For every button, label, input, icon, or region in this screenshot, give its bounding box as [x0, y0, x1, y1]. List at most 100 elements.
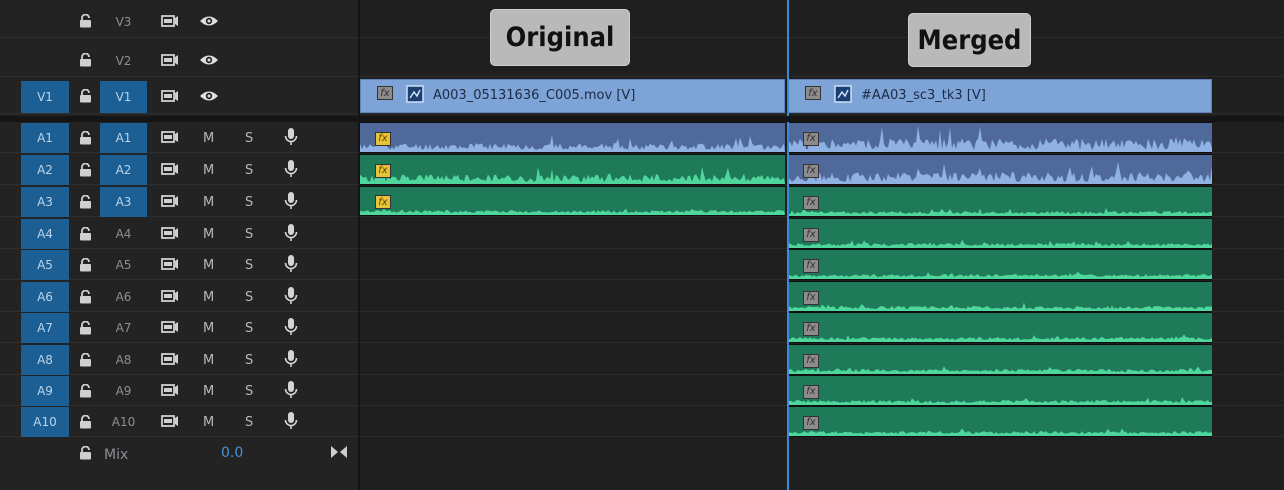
merged-audio-clip-a5[interactable]: fx — [788, 249, 1212, 280]
toggle-sync-lock-icon[interactable] — [161, 162, 179, 176]
track-name-a8[interactable]: A8 — [100, 345, 147, 375]
solo-button[interactable]: S — [245, 290, 253, 305]
toggle-sync-lock-icon[interactable] — [161, 194, 179, 208]
mix-panner-icon[interactable] — [330, 445, 348, 459]
solo-button[interactable]: S — [245, 415, 253, 430]
lock-icon[interactable] — [78, 446, 92, 460]
fx-badge[interactable]: fx — [803, 290, 819, 305]
fx-badge[interactable]: fx — [803, 195, 819, 210]
mute-button[interactable]: M — [203, 227, 214, 242]
toggle-sync-lock-icon[interactable] — [161, 257, 179, 271]
fx-badge[interactable]: fx — [803, 163, 819, 178]
mute-button[interactable]: M — [203, 195, 214, 210]
mute-button[interactable]: M — [203, 353, 214, 368]
eye-icon[interactable] — [199, 14, 219, 28]
microphone-icon[interactable] — [284, 127, 298, 147]
toggle-sync-lock-icon[interactable] — [161, 89, 179, 103]
lock-icon[interactable] — [78, 415, 92, 429]
microphone-icon[interactable] — [284, 317, 298, 337]
fx-badge[interactable]: fx — [375, 195, 391, 209]
toggle-sync-lock-icon[interactable] — [161, 383, 179, 397]
lock-icon[interactable] — [78, 195, 92, 209]
mute-button[interactable]: M — [203, 258, 214, 273]
mute-button[interactable]: M — [203, 131, 214, 146]
microphone-icon[interactable] — [284, 286, 298, 306]
microphone-icon[interactable] — [284, 159, 298, 179]
source-patch-a1[interactable]: A1 — [21, 123, 69, 153]
merged-audio-clip-a10[interactable]: fx — [788, 406, 1212, 437]
original-audio-clip-a2[interactable]: fx — [360, 154, 785, 185]
solo-button[interactable]: S — [245, 163, 253, 178]
source-patch-a3[interactable]: A3 — [21, 187, 69, 217]
solo-button[interactable]: S — [245, 195, 253, 210]
toggle-sync-lock-icon[interactable] — [161, 53, 179, 67]
fx-badge[interactable]: fx — [375, 131, 391, 146]
merged-audio-clip-a3[interactable]: fx — [788, 186, 1212, 217]
mute-button[interactable]: M — [203, 163, 214, 178]
source-patch-a6[interactable]: A6 — [21, 282, 69, 312]
lock-icon[interactable] — [78, 384, 92, 398]
microphone-icon[interactable] — [284, 254, 298, 274]
track-name-a5[interactable]: A5 — [100, 250, 147, 280]
original-audio-clip-a1[interactable]: fx — [360, 122, 785, 153]
eye-icon[interactable] — [199, 53, 219, 67]
fx-badge[interactable]: fx — [803, 258, 819, 273]
toggle-sync-lock-icon[interactable] — [161, 130, 179, 144]
mute-button[interactable]: M — [203, 290, 214, 305]
lock-icon[interactable] — [78, 258, 92, 272]
track-name-a6[interactable]: A6 — [100, 282, 147, 312]
lock-icon[interactable] — [78, 353, 92, 367]
playhead[interactable] — [787, 0, 789, 490]
mute-button[interactable]: M — [203, 384, 214, 399]
fx-badge[interactable]: fx — [803, 321, 819, 336]
lock-icon[interactable] — [78, 321, 92, 335]
merged-audio-clip-a2[interactable]: fx — [788, 154, 1212, 185]
track-name-a9[interactable]: A9 — [100, 376, 147, 406]
source-patch-a4[interactable]: A4 — [21, 219, 69, 249]
fx-badge[interactable]: fx — [803, 227, 819, 242]
source-patch-a7[interactable]: A7 — [21, 313, 69, 343]
solo-button[interactable]: S — [245, 227, 253, 242]
solo-button[interactable]: S — [245, 353, 253, 368]
toggle-sync-lock-icon[interactable] — [161, 226, 179, 240]
track-name-a10[interactable]: A10 — [100, 407, 147, 437]
toggle-sync-lock-icon[interactable] — [161, 289, 179, 303]
source-patch-a9[interactable]: A9 — [21, 376, 69, 406]
solo-button[interactable]: S — [245, 131, 253, 146]
eye-icon[interactable] — [199, 89, 219, 103]
microphone-icon[interactable] — [284, 380, 298, 400]
toggle-sync-lock-icon[interactable] — [161, 414, 179, 428]
solo-button[interactable]: S — [245, 321, 253, 336]
solo-button[interactable]: S — [245, 258, 253, 273]
track-name-v2[interactable]: V2 — [100, 45, 147, 76]
source-patch-a10[interactable]: A10 — [21, 407, 69, 437]
microphone-icon[interactable] — [284, 349, 298, 369]
lock-icon[interactable] — [78, 227, 92, 241]
source-patch-a2[interactable]: A2 — [21, 155, 69, 185]
original-audio-clip-a3[interactable]: fx — [360, 186, 785, 216]
track-name-a7[interactable]: A7 — [100, 313, 147, 343]
track-name-a4[interactable]: A4 — [100, 219, 147, 249]
source-patch-v1[interactable]: V1 — [21, 81, 69, 113]
timeline-panel[interactable]: fx A003_05131636_C005.mov [V] fx #AA03_s… — [360, 0, 1284, 490]
merged-audio-clip-a9[interactable]: fx — [788, 375, 1212, 406]
merged-audio-clip-a8[interactable]: fx — [788, 344, 1212, 375]
fx-badge[interactable]: fx — [803, 415, 819, 430]
track-name-a1[interactable]: A1 — [100, 123, 147, 153]
toggle-sync-lock-icon[interactable] — [161, 320, 179, 334]
fx-badge[interactable]: fx — [803, 384, 819, 399]
microphone-icon[interactable] — [284, 191, 298, 211]
microphone-icon[interactable] — [284, 411, 298, 431]
track-name-v1[interactable]: V1 — [100, 81, 147, 113]
merged-audio-clip-a4[interactable]: fx — [788, 218, 1212, 249]
lock-icon[interactable] — [78, 131, 92, 145]
fx-badge[interactable]: fx — [803, 131, 819, 146]
lock-icon[interactable] — [78, 89, 92, 103]
solo-button[interactable]: S — [245, 384, 253, 399]
mute-button[interactable]: M — [203, 415, 214, 430]
lock-icon[interactable] — [78, 290, 92, 304]
fx-badge[interactable]: fx — [803, 353, 819, 368]
source-patch-a5[interactable]: A5 — [21, 250, 69, 280]
source-patch-a8[interactable]: A8 — [21, 345, 69, 375]
merged-audio-clip-a1[interactable]: fx — [788, 122, 1212, 153]
